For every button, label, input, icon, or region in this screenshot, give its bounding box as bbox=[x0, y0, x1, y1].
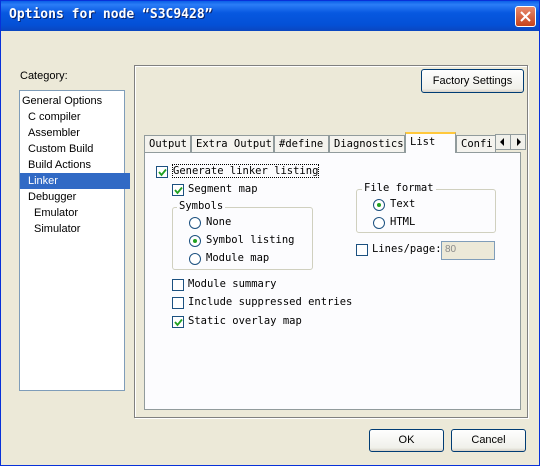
file-format-text-radio[interactable] bbox=[373, 199, 385, 211]
symbols-symbol-listing-radio[interactable] bbox=[189, 235, 201, 247]
close-button[interactable] bbox=[515, 6, 536, 27]
symbols-none-radio[interactable] bbox=[189, 217, 201, 229]
tab-scroll-right-button[interactable] bbox=[510, 134, 526, 150]
tab-output[interactable]: Output bbox=[144, 135, 191, 152]
lines-page-input[interactable]: 80 bbox=[441, 241, 495, 260]
category-item-assembler[interactable]: Assembler bbox=[20, 125, 130, 141]
generate-linker-listing-checkbox[interactable] bbox=[156, 166, 168, 178]
arrow-left-icon bbox=[500, 138, 504, 146]
symbols-group-title: Symbols bbox=[177, 200, 226, 212]
file-format-html-label[interactable]: HTML bbox=[390, 216, 415, 228]
category-item-debugger[interactable]: Debugger bbox=[20, 189, 130, 205]
segment-map-label[interactable]: Segment map bbox=[188, 183, 258, 195]
cancel-button[interactable]: Cancel bbox=[451, 429, 526, 452]
module-summary-checkbox[interactable] bbox=[172, 279, 184, 291]
radio-dot-icon bbox=[193, 239, 197, 243]
module-summary-label[interactable]: Module summary bbox=[188, 278, 277, 290]
checkmark-icon bbox=[158, 168, 167, 177]
factory-settings-button[interactable]: Factory Settings bbox=[421, 69, 524, 93]
generate-linker-listing-label[interactable]: Generate linker listing bbox=[171, 164, 320, 178]
category-label: Category: bbox=[20, 70, 68, 82]
tab-list[interactable]: List bbox=[405, 132, 456, 153]
tab-extra-output[interactable]: Extra Output bbox=[191, 135, 274, 152]
static-overlay-map-checkbox[interactable] bbox=[172, 316, 184, 328]
static-overlay-map-label[interactable]: Static overlay map bbox=[188, 315, 302, 327]
lines-page-label[interactable]: Lines/page: bbox=[372, 243, 442, 255]
segment-map-checkbox[interactable] bbox=[172, 184, 184, 196]
lines-page-checkbox[interactable] bbox=[356, 244, 368, 256]
tab-config[interactable]: Confi bbox=[456, 135, 496, 152]
tab-diagnostics[interactable]: Diagnostics bbox=[329, 135, 405, 152]
checkmark-icon bbox=[174, 186, 183, 195]
category-item-emulator[interactable]: Emulator bbox=[20, 205, 136, 221]
category-item-linker[interactable]: Linker bbox=[20, 173, 130, 189]
file-format-text-label[interactable]: Text bbox=[390, 198, 415, 210]
category-list[interactable]: General Options C compiler Assembler Cus… bbox=[19, 90, 130, 391]
include-suppressed-entries-checkbox[interactable] bbox=[172, 297, 184, 309]
close-icon bbox=[520, 11, 531, 22]
symbols-symbol-listing-label[interactable]: Symbol listing bbox=[206, 234, 295, 246]
symbols-module-map-radio[interactable] bbox=[189, 253, 201, 265]
title-bar[interactable]: Options for node “S3C9428” bbox=[1, 1, 539, 31]
tab-scroll-left-button[interactable] bbox=[495, 134, 511, 150]
category-item-custom-build[interactable]: Custom Build bbox=[20, 141, 130, 157]
category-item-general-options[interactable]: General Options bbox=[20, 93, 124, 109]
file-format-html-radio[interactable] bbox=[373, 217, 385, 229]
checkmark-icon bbox=[174, 318, 183, 327]
category-item-simulator[interactable]: Simulator bbox=[20, 221, 136, 237]
options-dialog: Options for node “S3C9428” Category: Gen… bbox=[0, 0, 540, 466]
file-format-group-title: File format bbox=[362, 182, 436, 194]
category-item-build-actions[interactable]: Build Actions bbox=[20, 157, 130, 173]
ok-button[interactable]: OK bbox=[369, 429, 444, 452]
arrow-right-icon bbox=[517, 138, 521, 146]
tab-define[interactable]: #define bbox=[274, 135, 329, 152]
window-title: Options for node “S3C9428” bbox=[9, 7, 213, 22]
symbols-module-map-label[interactable]: Module map bbox=[206, 252, 269, 264]
symbols-none-label[interactable]: None bbox=[206, 216, 231, 228]
category-item-c-compiler[interactable]: C compiler bbox=[20, 109, 130, 125]
include-suppressed-entries-label[interactable]: Include suppressed entries bbox=[188, 296, 352, 308]
radio-dot-icon bbox=[377, 203, 381, 207]
